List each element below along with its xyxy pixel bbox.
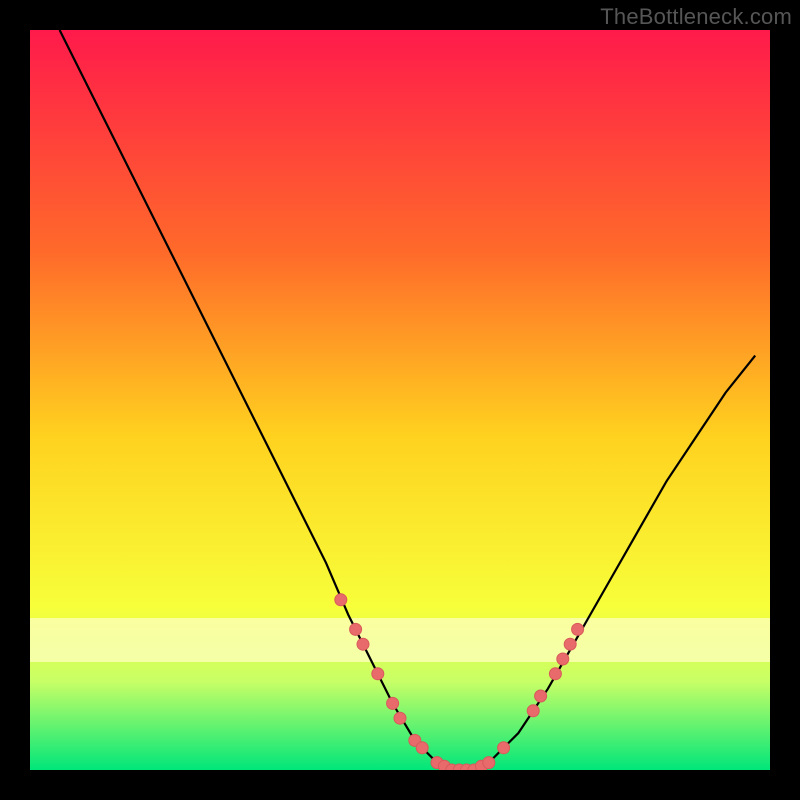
data-marker [557,653,569,665]
highlight-band [30,618,770,662]
data-marker [483,757,495,769]
data-marker [387,697,399,709]
data-marker [350,623,362,635]
data-marker [498,742,510,754]
data-marker [394,712,406,724]
data-marker [549,668,561,680]
data-marker [564,638,576,650]
data-marker [335,594,347,606]
watermark-text: TheBottleneck.com [600,4,792,30]
bottleneck-chart [30,30,770,770]
data-marker [527,705,539,717]
data-marker [535,690,547,702]
data-marker [357,638,369,650]
data-marker [416,742,428,754]
chart-frame [30,30,770,770]
data-marker [372,668,384,680]
data-marker [572,623,584,635]
